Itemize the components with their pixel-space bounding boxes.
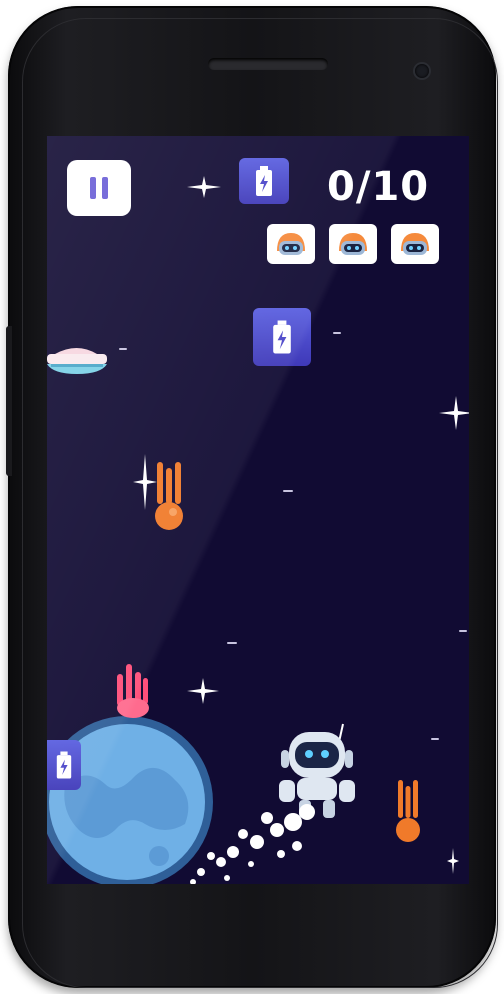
battery-icon (273, 320, 291, 354)
sparkle-star-icon (447, 848, 459, 874)
star-dot (333, 332, 341, 334)
star-dot (227, 642, 237, 644)
pause-icon (102, 177, 108, 199)
meteor-impact-icon (117, 664, 149, 718)
sparkle-star-icon (439, 396, 469, 430)
pause-icon (90, 177, 96, 199)
star-dot (431, 738, 439, 740)
phone-camera (415, 64, 429, 78)
phone-side-button (6, 326, 12, 476)
robot-head-icon (339, 233, 367, 255)
robot-head-icon (401, 233, 429, 255)
sparkle-star-icon (187, 176, 221, 198)
robot-head-icon (277, 233, 305, 255)
spaceship-icon (47, 348, 107, 374)
game-screen[interactable]: 0/10 (47, 136, 469, 884)
life-slot (329, 224, 377, 264)
pause-button[interactable] (67, 160, 131, 216)
battery-icon (256, 166, 272, 196)
phone-speaker (208, 58, 328, 70)
score-counter: 0/10 (327, 164, 430, 210)
life-slot (391, 224, 439, 264)
exhaust-smoke (190, 804, 315, 884)
life-slot (267, 224, 315, 264)
star-dot (283, 490, 293, 492)
star-dot (459, 630, 467, 632)
battery-pickup (253, 308, 311, 366)
battery-counter-icon (239, 158, 289, 204)
meteor-icon (155, 462, 183, 530)
sparkle-star-icon (187, 678, 219, 704)
meteor-icon (396, 780, 420, 842)
battery-pickup (47, 740, 81, 790)
star-dot (119, 348, 127, 350)
battery-icon (56, 751, 72, 779)
